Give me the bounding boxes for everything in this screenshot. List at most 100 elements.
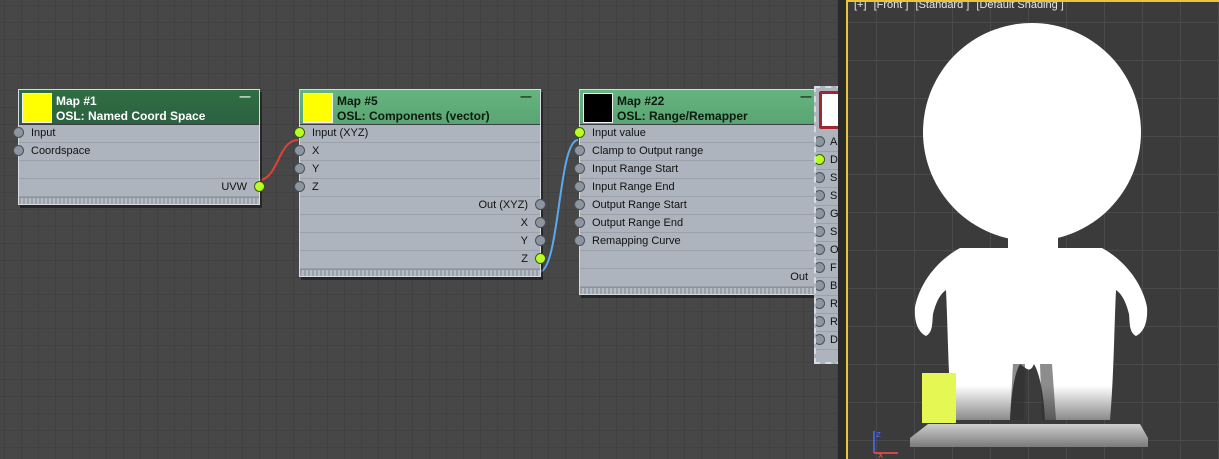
app-root: Map #1 OSL: Named Coord Space — Input Co… — [0, 0, 1219, 459]
input-socket-row: Remapping Curve — [574, 233, 820, 251]
socket-label: F — [830, 262, 837, 274]
input-socket-row: B — [816, 278, 838, 296]
socket-label: Z — [312, 181, 319, 193]
input-socket-row: Input Range End — [574, 179, 820, 197]
input-socket-row: Coordspace — [13, 143, 259, 161]
input-socket-row: D — [816, 152, 838, 170]
output-socket[interactable] — [535, 199, 546, 210]
input-socket-row: O — [816, 242, 838, 260]
node-header[interactable]: Map #1 OSL: Named Coord Space — — [19, 90, 259, 125]
input-socket[interactable] — [294, 145, 305, 156]
input-socket-connected[interactable] — [294, 127, 305, 138]
socket-label: Y — [312, 163, 320, 175]
output-socket[interactable] — [535, 217, 546, 228]
input-socket-row: S — [816, 224, 838, 242]
socket-label: A — [830, 136, 838, 148]
socket-label: Input Range Start — [592, 163, 679, 175]
socket-label: Input (XYZ) — [312, 127, 369, 139]
input-socket-row: Z — [294, 179, 540, 197]
input-socket-row: D — [816, 332, 838, 350]
input-socket[interactable] — [574, 235, 585, 246]
input-socket[interactable] — [294, 181, 305, 192]
input-socket-row: Input — [13, 125, 259, 143]
minimize-icon[interactable]: — — [800, 92, 812, 103]
wire-uvw-to-input-xyz[interactable] — [258, 139, 299, 181]
input-socket[interactable] — [574, 181, 585, 192]
input-socket[interactable] — [816, 136, 825, 147]
input-socket-row: Input (XYZ) — [294, 125, 540, 143]
input-socket[interactable] — [816, 244, 825, 255]
socket-label: Out — [790, 271, 808, 283]
input-socket-row: G — [816, 206, 838, 224]
output-socket-row: UVW — [19, 179, 265, 197]
input-socket-row: Input value — [574, 125, 820, 143]
socket-label: Remapping Curve — [592, 235, 681, 247]
node-footer — [19, 197, 259, 204]
socket-label: UVW — [221, 181, 247, 193]
input-socket-row: F — [816, 260, 838, 278]
input-socket[interactable] — [574, 199, 585, 210]
socket-label: X — [312, 145, 320, 157]
node-header[interactable]: Map #5 OSL: Components (vector) — — [300, 90, 540, 125]
input-socket-connected[interactable] — [816, 154, 825, 165]
input-socket[interactable] — [13, 145, 24, 156]
input-socket[interactable] — [574, 163, 585, 174]
axis-x-label: x — [878, 451, 884, 459]
input-socket[interactable] — [816, 226, 825, 237]
output-socket[interactable] — [535, 235, 546, 246]
input-socket[interactable] — [13, 127, 24, 138]
node-title: Map #5 — [337, 94, 378, 108]
input-socket[interactable] — [816, 172, 825, 183]
input-socket[interactable] — [816, 262, 825, 273]
socket-label: D — [830, 154, 838, 166]
node-header[interactable]: Map #22 OSL: Range/Remapper — — [580, 90, 820, 125]
socket-label: Out (XYZ) — [478, 199, 528, 211]
socket-label: R — [830, 316, 838, 328]
map-preview-swatch[interactable] — [583, 93, 613, 123]
minimize-icon[interactable]: — — [239, 92, 251, 103]
node-map-22[interactable]: Map #22 OSL: Range/Remapper — Input valu… — [574, 89, 826, 295]
socket-label: Z — [521, 253, 528, 265]
spacer-row — [580, 251, 820, 269]
node-map-1[interactable]: Map #1 OSL: Named Coord Space — Input Co… — [13, 89, 265, 205]
output-socket-row: Out — [580, 269, 826, 287]
input-socket[interactable] — [294, 163, 305, 174]
input-socket[interactable] — [816, 280, 825, 291]
input-socket[interactable] — [816, 334, 825, 345]
slate-node-canvas[interactable]: Map #1 OSL: Named Coord Space — Input Co… — [0, 0, 838, 459]
node-type: OSL: Named Coord Space — [56, 109, 206, 123]
output-socket-row: Z — [300, 251, 546, 269]
minimize-icon[interactable]: — — [520, 92, 532, 103]
input-socket[interactable] — [816, 316, 825, 327]
input-socket-row: X — [294, 143, 540, 161]
viewport-front[interactable]: [+] [Front ] [Standard ] [Default Shadin… — [846, 0, 1219, 459]
input-socket-row: Output Range End — [574, 215, 820, 233]
input-socket[interactable] — [816, 208, 825, 219]
character-figure-render[interactable] — [848, 2, 1219, 459]
node-title: Map #1 — [56, 94, 97, 108]
socket-label: O — [830, 244, 838, 256]
input-socket-row: S — [816, 188, 838, 206]
node-map-5[interactable]: Map #5 OSL: Components (vector) — Input … — [294, 89, 546, 277]
output-socket-connected[interactable] — [535, 253, 546, 264]
socket-label: R — [830, 298, 838, 310]
node-material-selected[interactable]: A D S S G S O F B R R D — [814, 86, 838, 364]
input-socket-connected[interactable] — [574, 127, 585, 138]
socket-label: D — [830, 334, 838, 346]
panel-divider[interactable] — [838, 0, 846, 459]
input-socket[interactable] — [816, 190, 825, 201]
input-socket-row: R — [816, 314, 838, 332]
output-socket-connected[interactable] — [254, 181, 265, 192]
axis-gizmo: z x — [873, 430, 898, 459]
input-socket[interactable] — [574, 217, 585, 228]
node-title: Map #22 — [617, 94, 665, 108]
socket-label: G — [830, 208, 838, 220]
socket-label: Input value — [592, 127, 646, 139]
map-preview-swatch[interactable] — [22, 93, 52, 123]
input-socket[interactable] — [574, 145, 585, 156]
input-socket-row: S — [816, 170, 838, 188]
socket-label: X — [520, 217, 528, 229]
map-preview-swatch[interactable] — [303, 93, 333, 123]
material-preview-swatch[interactable] — [819, 91, 838, 129]
input-socket[interactable] — [816, 298, 825, 309]
